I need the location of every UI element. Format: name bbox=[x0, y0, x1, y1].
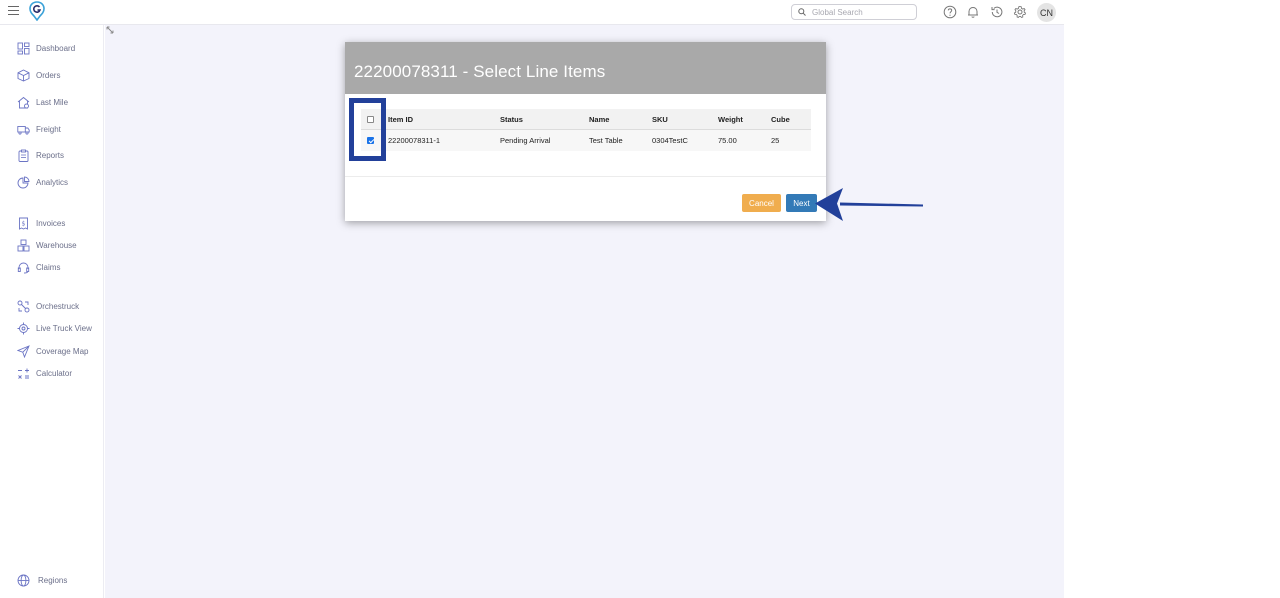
help-icon[interactable] bbox=[943, 5, 957, 19]
table-row[interactable]: 22200078311-1 Pending Arrival Test Table… bbox=[361, 130, 811, 151]
sidebar-item-label: Live Truck View bbox=[36, 323, 92, 333]
column-header-name[interactable]: Name bbox=[589, 109, 609, 130]
sidebar-item-live-truck-view[interactable]: Live Truck View bbox=[17, 321, 92, 335]
sidebar-item-analytics[interactable]: Analytics bbox=[17, 175, 68, 189]
column-header-status[interactable]: Status bbox=[500, 109, 523, 130]
column-header-item-id[interactable]: Item ID bbox=[388, 109, 413, 130]
top-bar: CN bbox=[0, 0, 1064, 25]
sidebar-item-label: Claims bbox=[36, 262, 61, 272]
sidebar-item-label: Coverage Map bbox=[36, 346, 89, 356]
sidebar-item-orchestruck[interactable]: Orchestruck bbox=[17, 299, 79, 313]
sidebar-item-label: Analytics bbox=[36, 177, 69, 187]
sidebar-item-orders[interactable]: Orders bbox=[17, 68, 60, 82]
logo-icon[interactable] bbox=[29, 1, 45, 21]
box-icon bbox=[17, 68, 30, 81]
sidebar-item-regions[interactable]: Regions bbox=[17, 573, 67, 587]
select-line-items-modal: 22200078311 - Select Line Items Item ID … bbox=[345, 42, 826, 221]
sidebar-item-dashboard[interactable]: Dashboard bbox=[17, 41, 75, 55]
column-header-sku[interactable]: SKU bbox=[652, 109, 668, 130]
sidebar-item-warehouse[interactable]: Warehouse bbox=[17, 238, 77, 252]
menu-icon[interactable] bbox=[8, 6, 19, 16]
calculator-icon bbox=[18, 368, 29, 379]
column-header-weight[interactable]: Weight bbox=[718, 109, 743, 130]
sidebar-item-label: Dashboard bbox=[36, 43, 76, 53]
sidebar-item-label: Regions bbox=[38, 575, 68, 585]
sidebar-item-label: Calculator bbox=[36, 368, 73, 378]
gear-icon[interactable] bbox=[1013, 5, 1027, 19]
invoice-icon: $ bbox=[19, 217, 28, 230]
svg-text:$: $ bbox=[22, 220, 26, 227]
column-header-cube[interactable]: Cube bbox=[771, 109, 790, 130]
sidebar-item-coverage-map[interactable]: Coverage Map bbox=[17, 344, 88, 358]
collapse-sidebar-icon[interactable] bbox=[106, 26, 114, 34]
sidebar-item-reports[interactable]: Reports bbox=[17, 148, 64, 162]
sidebar-item-invoices[interactable]: $ Invoices bbox=[17, 216, 65, 230]
modal-header: 22200078311 - Select Line Items bbox=[345, 42, 826, 94]
sidebar-item-label: Warehouse bbox=[36, 240, 77, 250]
warehouse-icon bbox=[17, 239, 30, 251]
cube-cell: 25 bbox=[771, 136, 780, 145]
search-icon bbox=[798, 8, 806, 16]
analytics-icon bbox=[17, 176, 30, 188]
sidebar-item-label: Last Mile bbox=[36, 97, 69, 107]
send-icon bbox=[17, 344, 30, 358]
target-icon bbox=[17, 322, 30, 334]
sidebar-item-calculator[interactable]: Calculator bbox=[17, 366, 72, 380]
sku-cell: 0304TestC bbox=[652, 136, 688, 145]
sidebar-item-claims[interactable]: Claims bbox=[17, 260, 60, 274]
item-id-cell: 22200078311-1 bbox=[388, 136, 440, 145]
dashboard-icon bbox=[17, 42, 30, 54]
modal-footer-divider bbox=[345, 176, 826, 177]
modal-title: 22200078311 - Select Line Items bbox=[354, 62, 606, 81]
sidebar-item-label: Invoices bbox=[36, 218, 66, 228]
globe-icon bbox=[17, 574, 30, 586]
checkbox-highlight-annotation bbox=[349, 98, 386, 161]
cancel-button[interactable]: Cancel bbox=[742, 194, 781, 212]
sidebar-item-label: Orchestruck bbox=[36, 301, 80, 311]
headset-icon bbox=[17, 262, 30, 273]
status-cell: Pending Arrival bbox=[500, 136, 551, 145]
sidebar: Dashboard Orders Last Mile Freight Repor… bbox=[0, 25, 104, 598]
global-search[interactable] bbox=[791, 4, 917, 20]
arrow-annotation-icon bbox=[815, 188, 923, 221]
orchestruck-icon bbox=[17, 300, 30, 312]
clipboard-icon bbox=[18, 149, 29, 162]
history-icon[interactable] bbox=[990, 5, 1004, 19]
truck-icon bbox=[17, 125, 30, 135]
sidebar-item-freight[interactable]: Freight bbox=[17, 122, 61, 136]
bell-icon[interactable] bbox=[966, 5, 980, 19]
sidebar-item-last-mile[interactable]: Last Mile bbox=[17, 95, 68, 109]
sidebar-item-label: Freight bbox=[36, 124, 61, 134]
table-header-row: Item ID Status Name SKU Weight Cube bbox=[361, 109, 811, 130]
weight-cell: 75.00 bbox=[718, 136, 737, 145]
house-icon bbox=[17, 96, 30, 108]
avatar[interactable]: CN bbox=[1037, 3, 1056, 22]
sidebar-item-label: Orders bbox=[36, 70, 61, 80]
name-cell: Test Table bbox=[589, 136, 623, 145]
search-input[interactable] bbox=[812, 6, 912, 18]
sidebar-item-label: Reports bbox=[36, 150, 65, 160]
